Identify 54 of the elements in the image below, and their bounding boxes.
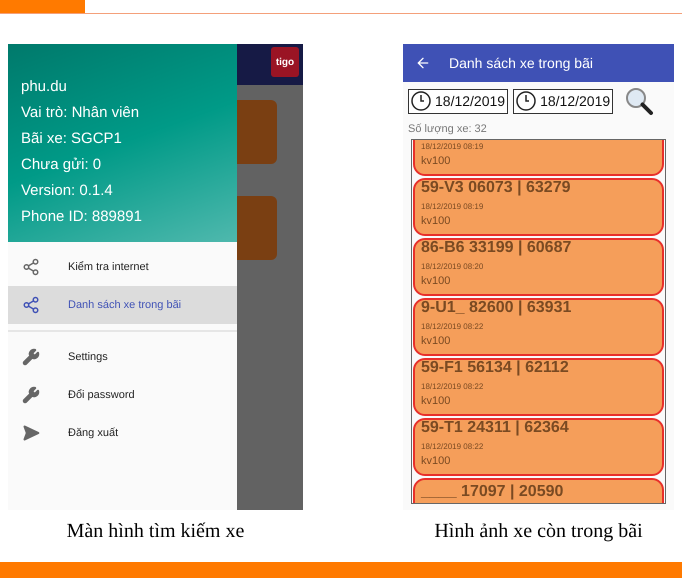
vehicle-card[interactable]: 59-T1 24311 | 62364 18/12/2019 08:22 kv100 [413,418,664,476]
send-icon [22,424,40,442]
caption: Hình ảnh xe còn trong bãi [434,520,643,543]
timestamp: 18/12/2019 08:19 [421,141,484,153]
plate-number: ____ 17097 | 20590 [421,482,564,502]
vehicle-card[interactable]: 86-B6 33199 | 60687 18/12/2019 08:20 kv100 [413,238,664,296]
back-icon[interactable] [415,55,431,71]
area-code: kv100 [421,394,452,409]
timestamp: 18/12/2019 08:22 [421,321,484,333]
search-icon[interactable] [624,86,654,116]
info-line: Chưa gửi: 0 [21,156,102,174]
plate-number: 59-T1 24311 | 62364 [421,418,570,438]
date-field[interactable]: 18/12/2019 [513,88,614,114]
share-icon [22,258,40,276]
card-background [237,100,277,164]
vehicle-card[interactable]: ____ 17097 | 20590 [413,478,664,503]
plate-number: 59-F1 56134 | 62112 [421,358,570,378]
app-logo: tigo [271,47,299,77]
vehicle-card[interactable]: 9-U1_ 82600 | 63931 18/12/2019 08:22 kv100 [413,298,664,356]
info-line: Bãi xe: SGCP1 [21,130,123,148]
wrench-icon [22,386,40,404]
info-line: Version: 0.1.4 [21,182,114,200]
share-icon [22,296,40,314]
area-code: kv100 [421,454,452,469]
timestamp: 18/12/2019 08:22 [421,381,484,393]
vehicle-card[interactable]: 59-F1 56134 | 62112 18/12/2019 08:22 kv100 [413,358,664,416]
menu-item[interactable]: Danh sách xe trong bãi [8,286,237,324]
area-code: kv100 [421,274,452,289]
area-code: kv100 [421,214,452,229]
menu-item[interactable]: Kiểm tra internet [8,248,237,286]
info-line: Vai trò: Nhân viên [21,104,140,122]
clock-icon [411,91,431,111]
wrench-icon [22,348,40,366]
vehicle-card[interactable]: 18/12/2019 08:19 kv100 [413,140,664,176]
menu-item[interactable]: Đổi password [8,376,237,414]
plate-number: 59-V3 06073 | 63279 [421,178,572,198]
area-code: kv100 [421,334,452,349]
timestamp: 18/12/2019 08:20 [421,261,484,273]
menu-item[interactable]: Settings [8,338,237,376]
caption: Màn hình tìm kiếm xe [66,520,244,543]
clock-icon [516,91,536,111]
plate-number: 86-B6 33199 | 60687 [421,238,572,258]
area-code: kv100 [421,154,452,169]
plate-number: 9-U1_ 82600 | 63931 [421,298,572,318]
app-bar-title: Danh sách xe trong bãi [449,55,593,71]
vehicle-count: Số lượng xe: 32 [407,122,488,135]
menu-item[interactable]: Đăng xuất [8,414,237,452]
timestamp: 18/12/2019 08:19 [421,201,484,213]
timestamp: 18/12/2019 08:22 [421,441,484,453]
card-background [237,196,277,260]
date-field[interactable]: 18/12/2019 [408,88,508,114]
info-line: Phone ID: 889891 [21,208,143,226]
username: phu.du [21,78,68,96]
vehicle-card[interactable]: 59-V3 06073 | 63279 18/12/2019 08:19 kv100 [413,178,664,236]
